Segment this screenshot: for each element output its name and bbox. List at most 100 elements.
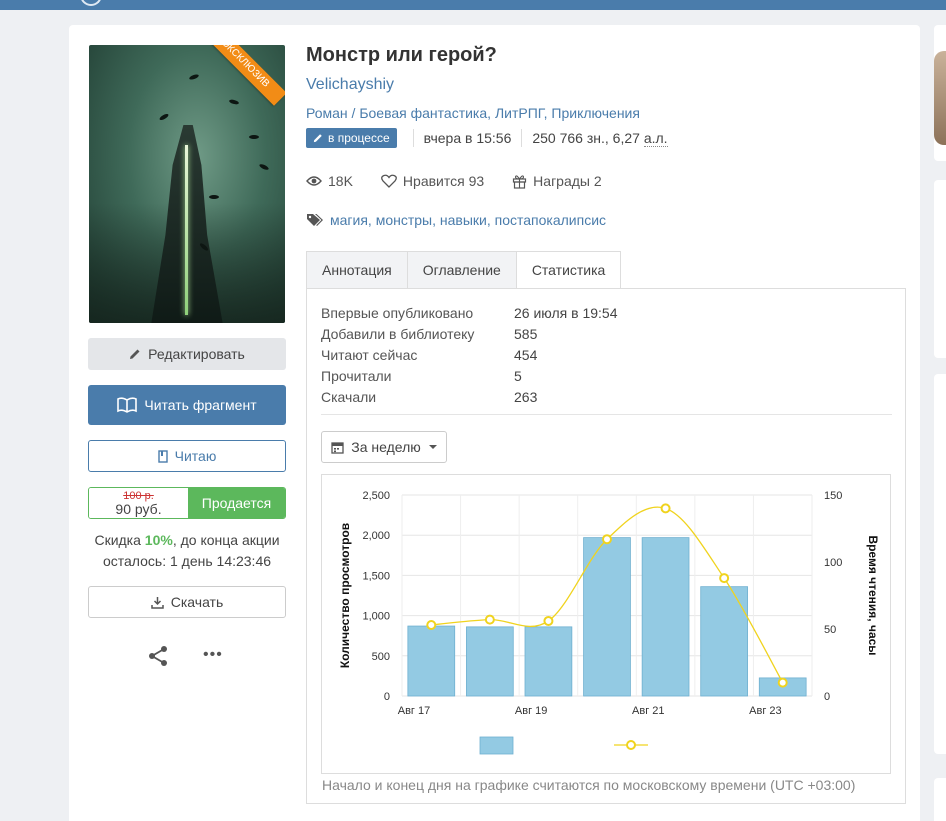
chart-point: [484, 614, 495, 625]
heart-icon: [381, 174, 397, 188]
y-axis-label: Количество просмотров: [338, 523, 352, 668]
crow-icon: [188, 73, 200, 81]
chart-bar: [641, 537, 690, 697]
tags-links[interactable]: магия, монстры, навыки, постапокалипсис: [330, 212, 606, 228]
cover-staff: [185, 145, 188, 315]
genre-link[interactable]: Роман: [306, 105, 348, 121]
y-tick-label: 2,500: [362, 490, 390, 502]
download-label: Скачать: [170, 594, 224, 610]
tags-row: магия, монстры, навыки, постапокалипсис: [306, 212, 606, 228]
read-fragment-label: Читать фрагмент: [144, 397, 257, 413]
chart-bar: [700, 586, 748, 697]
stat-row: Впервые опубликовано 26 июля в 19:54: [321, 303, 617, 324]
stat-label: Скачали: [321, 389, 377, 405]
logo-icon[interactable]: [80, 0, 102, 6]
likes-count: 93: [468, 173, 485, 189]
book-cover[interactable]: [89, 45, 285, 323]
likes-label: Нравится: [402, 173, 465, 189]
download-button[interactable]: Скачать: [88, 586, 286, 618]
stat-label: Читают сейчас: [321, 347, 418, 363]
buy-box[interactable]: 100 р. 90 руб. Продается: [88, 487, 286, 519]
stat-label: Добавили в библиотеку: [321, 326, 475, 342]
chart-point: [602, 534, 612, 545]
size-unit: а.л.: [643, 129, 668, 147]
chart-point: [660, 503, 671, 514]
discount-time: осталось: 1 день 14:23:46: [102, 553, 272, 569]
tab-statistics[interactable]: Статистика: [515, 251, 622, 289]
y2-tick-label: 50: [824, 624, 836, 636]
gift-icon: [513, 174, 527, 189]
x-tick-label: Авг 19: [515, 705, 547, 717]
stat-row: Добавили в библиотеку 585: [321, 324, 617, 345]
stat-label: Впервые опубликовано: [321, 305, 474, 321]
statistics-panel: Впервые опубликовано 26 июля в 19:54 Доба…: [306, 288, 906, 804]
chart-bar: [466, 626, 514, 697]
y2-tick-label: 100: [824, 557, 842, 569]
edit-button[interactable]: Редактировать: [88, 338, 286, 370]
genre-link[interactable]: Приключения: [551, 105, 640, 121]
tab-annotation[interactable]: Аннотация: [306, 251, 407, 289]
side-card: [934, 180, 946, 358]
y-tick-label: 1,500: [362, 570, 390, 582]
views-count: 18K: [328, 173, 353, 189]
y2-tick-label: 0: [824, 691, 830, 703]
y-tick-label: 0: [384, 691, 390, 703]
tags-icon: [307, 214, 323, 226]
divider: [321, 414, 892, 415]
crow-icon: [209, 195, 219, 199]
chart-point: [543, 615, 554, 626]
chart-bar: [524, 626, 573, 697]
top-nav-bar: [0, 0, 946, 10]
status-badge: в процессе: [306, 128, 397, 148]
stat-value: 263: [514, 389, 538, 405]
likes-metric[interactable]: Нравится 93: [381, 173, 484, 189]
calendar-icon: [331, 441, 344, 454]
crow-icon: [228, 98, 240, 106]
discount-suffix: , до конца акции: [172, 532, 280, 548]
stat-value: 585: [514, 326, 538, 342]
period-dropdown[interactable]: За неделю: [321, 431, 447, 463]
genre-link[interactable]: Боевая фантастика: [359, 105, 487, 121]
chart-container: 0 500 1,000 1,500 2,000 2,500 0 50 100 150 Количес…: [321, 474, 891, 774]
views-metric: 18K: [306, 173, 353, 189]
sell-button[interactable]: Продается: [188, 488, 285, 518]
reading-button[interactable]: Читаю: [88, 440, 286, 472]
book-title: Монстр или герой?: [306, 44, 497, 66]
stat-row: Прочитали 5: [321, 366, 617, 387]
side-card: [934, 374, 946, 754]
awards-metric[interactable]: Награды 2: [512, 173, 602, 189]
more-options-icon[interactable]: •••: [203, 646, 223, 664]
status-row: в процессе вчера в 15:56 250 766 зн., 6,…: [306, 128, 668, 148]
read-fragment-button[interactable]: Читать фрагмент: [88, 385, 286, 425]
x-tick-label: Авг 23: [749, 705, 781, 717]
side-card: [934, 25, 946, 161]
crow-icon: [249, 135, 259, 139]
chart-point: [777, 677, 788, 688]
reading-label: Читаю: [174, 448, 217, 464]
genre-link[interactable]: ЛитРПГ: [495, 105, 544, 121]
stat-value: 5: [514, 368, 522, 384]
edit-label: Редактировать: [148, 346, 245, 362]
divider: [521, 129, 523, 147]
y2-tick-label: 150: [824, 490, 842, 502]
price-block: 100 р. 90 руб.: [89, 488, 188, 518]
new-price: 90 руб.: [115, 501, 162, 517]
discount-percent: 10%: [144, 532, 173, 548]
author-link[interactable]: Velichayshiy: [306, 76, 394, 94]
share-icon[interactable]: [147, 645, 169, 667]
crow-icon: [258, 163, 270, 171]
x-tick-label: Авг 17: [398, 705, 430, 717]
y-tick-label: 500: [372, 651, 390, 663]
stat-value: 454: [514, 347, 538, 363]
pencil-icon: [130, 349, 140, 359]
divider: [412, 129, 414, 147]
size-chars: 250 766 зн., 6,27: [532, 130, 640, 146]
stat-value: 26 июля в 19:54: [514, 305, 618, 321]
y2-axis-label: Время чтения, часы: [866, 535, 880, 655]
side-thumbnail[interactable]: [934, 51, 946, 145]
book-open-icon: [117, 397, 138, 413]
tab-contents[interactable]: Оглавление: [406, 251, 516, 289]
bookmark-book-icon: [157, 449, 168, 463]
download-icon: [151, 596, 164, 609]
legend-line-marker: [626, 740, 636, 750]
